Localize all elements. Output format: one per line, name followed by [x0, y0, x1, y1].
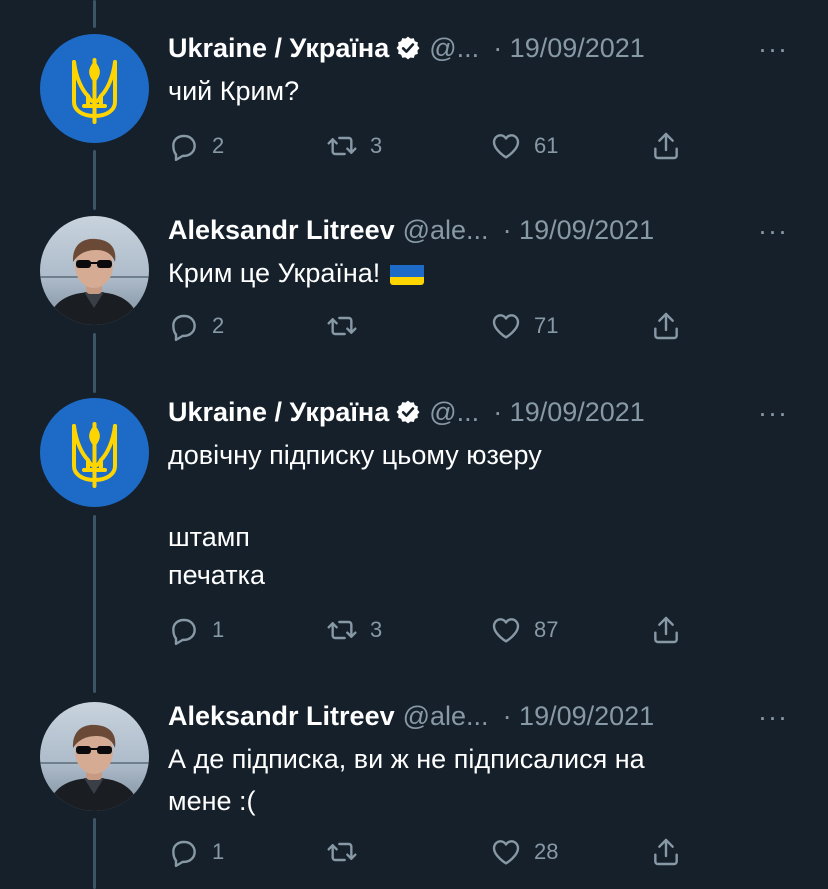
tweet-text-line: А де підписка, ви ж не підписалися на: [168, 744, 645, 774]
avatar[interactable]: [40, 34, 149, 143]
retweet-icon: [327, 842, 357, 862]
reply-count: 2: [212, 133, 225, 158]
ukraine-trident-icon: [72, 58, 117, 124]
share-icon: [654, 132, 678, 160]
retweet-icon: [327, 316, 357, 336]
tweet-actions: 1 3 87: [168, 614, 728, 654]
more-options-icon[interactable]: ···: [758, 216, 788, 247]
tweet-actions: 1 28: [168, 836, 728, 876]
retweet-button[interactable]: 3: [326, 614, 382, 646]
retweet-button[interactable]: 3: [326, 130, 382, 162]
heart-icon: [492, 134, 520, 159]
tweet-thread: Ukraine / Україна @... · 19/09/2021 ··· …: [0, 0, 828, 889]
tweet-text-line: штамп: [168, 522, 250, 552]
like-count: 61: [534, 133, 559, 158]
tweet-text: Крим це Україна!: [168, 254, 768, 292]
tweet-header: Aleksandr Litreev @ale... · 19/09/2021 ·…: [168, 696, 788, 736]
tweet-text-line: Крим це Україна!: [168, 254, 768, 292]
tweet-text: чий Крим?: [168, 72, 768, 110]
reply-icon: [172, 618, 196, 646]
tweet-text-line: мене :(: [168, 786, 256, 816]
tweet[interactable]: Ukraine / Україна @... · 19/09/2021 ··· …: [0, 392, 828, 682]
heart-icon: [492, 314, 520, 339]
avatar[interactable]: [40, 216, 149, 325]
tweet-text: А де підписка, ви ж не підписалися на ме…: [168, 740, 768, 820]
reply-count: 1: [212, 617, 225, 642]
author-name[interactable]: Ukraine / Україна: [168, 397, 389, 428]
tweet-header: Ukraine / Україна @... · 19/09/2021 ···: [168, 28, 788, 68]
more-options-icon[interactable]: ···: [758, 398, 788, 429]
tweet-actions: 2 71: [168, 310, 728, 350]
like-count: 87: [534, 617, 559, 642]
tweet-actions: 2 3 61: [168, 130, 728, 170]
ukraine-flag-icon: [390, 261, 425, 285]
ukraine-trident-icon: [72, 422, 117, 488]
author-handle[interactable]: @...: [429, 33, 479, 64]
more-options-icon[interactable]: ···: [758, 34, 788, 65]
tweet-date[interactable]: · 19/09/2021: [493, 33, 645, 64]
like-button[interactable]: 61: [490, 130, 558, 162]
verified-badge-icon: [396, 36, 420, 60]
avatar[interactable]: [40, 702, 149, 811]
like-button[interactable]: 71: [490, 310, 558, 342]
reply-button[interactable]: 1: [168, 614, 224, 646]
like-button[interactable]: 28: [490, 836, 558, 868]
tweet[interactable]: Aleksandr Litreev @ale... · 19/09/2021 ·…: [0, 696, 828, 889]
reply-icon: [172, 134, 196, 162]
retweet-count: 3: [370, 617, 383, 642]
reply-count: 1: [212, 839, 225, 864]
tweet[interactable]: Aleksandr Litreev @ale... · 19/09/2021 ·…: [0, 210, 828, 370]
share-button[interactable]: [650, 130, 682, 162]
more-options-icon[interactable]: ···: [758, 702, 788, 733]
tweet-date[interactable]: · 19/09/2021: [503, 215, 655, 246]
share-button[interactable]: [650, 310, 682, 342]
retweet-button[interactable]: [326, 310, 358, 342]
like-count: 28: [534, 839, 559, 864]
share-icon: [654, 616, 678, 644]
profile-photo: [40, 724, 149, 811]
retweet-count: 3: [370, 133, 383, 158]
reply-button[interactable]: 2: [168, 310, 224, 342]
retweet-button[interactable]: [326, 836, 358, 868]
like-button[interactable]: 87: [490, 614, 558, 646]
tweet-text-line: [168, 474, 768, 512]
verified-badge-icon: [396, 400, 420, 424]
reply-icon: [172, 314, 196, 342]
heart-icon: [492, 840, 520, 865]
share-button[interactable]: [650, 614, 682, 646]
share-icon: [654, 838, 678, 866]
reply-button[interactable]: 1: [168, 836, 224, 868]
thread-line: [93, 0, 96, 28]
reply-icon: [172, 840, 196, 868]
tweet-text-line: чий Крим?: [168, 76, 300, 106]
tweet-text-line: довічну підписку цьому юзеру: [168, 440, 542, 470]
tweet-text-line: печатка: [168, 560, 266, 590]
reply-button[interactable]: 2: [168, 130, 224, 162]
author-name[interactable]: Ukraine / Україна: [168, 33, 389, 64]
author-name[interactable]: Aleksandr Litreev: [168, 701, 395, 732]
author-name[interactable]: Aleksandr Litreev: [168, 215, 395, 246]
author-handle[interactable]: @...: [429, 397, 479, 428]
heart-icon: [492, 618, 520, 643]
share-icon: [654, 312, 678, 340]
avatar[interactable]: [40, 398, 149, 507]
tweet-date[interactable]: · 19/09/2021: [503, 701, 655, 732]
tweet-text: довічну підписку цьому юзеру штамп печат…: [168, 436, 768, 594]
profile-photo: [40, 238, 149, 325]
author-handle[interactable]: @ale...: [403, 701, 489, 732]
share-button[interactable]: [650, 836, 682, 868]
retweet-icon: [327, 136, 357, 156]
tweet[interactable]: Ukraine / Україна @... · 19/09/2021 ··· …: [0, 28, 828, 188]
like-count: 71: [534, 313, 559, 338]
tweet-header: Ukraine / Україна @... · 19/09/2021 ···: [168, 392, 788, 432]
tweet-text-line-content: Крим це Україна!: [168, 258, 381, 288]
reply-count: 2: [212, 313, 225, 338]
tweet-header: Aleksandr Litreev @ale... · 19/09/2021 ·…: [168, 210, 788, 250]
retweet-icon: [327, 620, 357, 640]
author-handle[interactable]: @ale...: [403, 215, 489, 246]
tweet-date[interactable]: · 19/09/2021: [493, 397, 645, 428]
